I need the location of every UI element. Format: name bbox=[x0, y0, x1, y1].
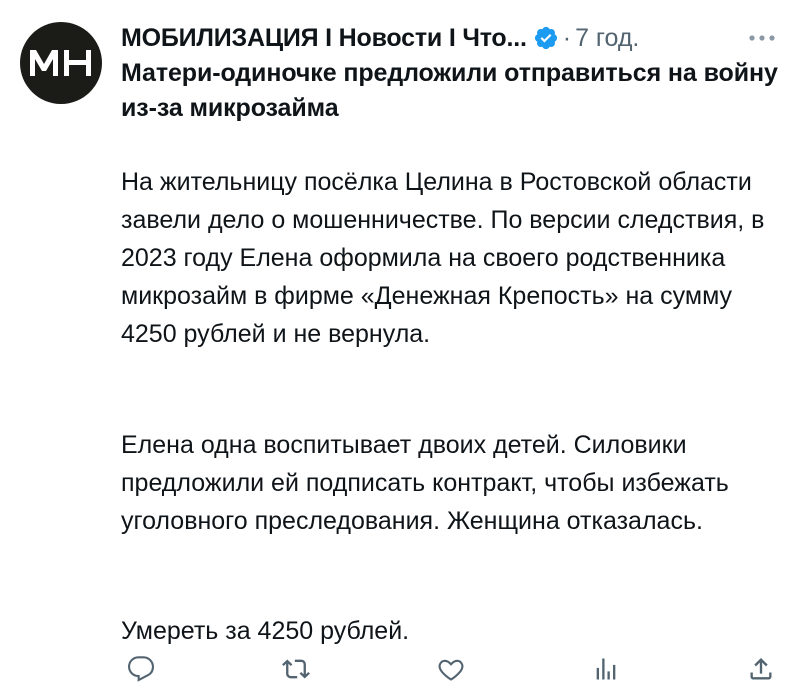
views-icon[interactable] bbox=[586, 655, 626, 685]
author-name[interactable]: МОБИЛИЗАЦИЯ I Новости I Что... bbox=[121, 24, 527, 53]
post-paragraph: На жительницу посёлка Целина в Ростовско… bbox=[121, 168, 765, 348]
mn-logo-icon bbox=[30, 48, 91, 78]
like-icon[interactable] bbox=[431, 655, 471, 685]
post-actions bbox=[121, 655, 781, 685]
tweet[interactable]: МОБИЛИЗАЦИЯ I Новости I Что... · 7 год. … bbox=[0, 0, 800, 682]
avatar[interactable] bbox=[20, 22, 102, 104]
post-separator: · bbox=[562, 23, 572, 52]
reply-icon[interactable] bbox=[121, 655, 161, 685]
verified-badge-icon bbox=[534, 26, 557, 50]
post-paragraph: Умереть за 4250 рублей. bbox=[121, 617, 410, 645]
repost-icon[interactable] bbox=[276, 655, 316, 685]
post-time[interactable]: 7 год. bbox=[575, 24, 639, 53]
more-options-icon[interactable] bbox=[744, 20, 780, 56]
post-paragraph: Елена одна воспитывает двоих детей. Сило… bbox=[121, 431, 729, 535]
tweet-header: МОБИЛИЗАЦИЯ I Новости I Что... · 7 год. bbox=[121, 20, 786, 56]
post-headline: Матери-одиночке предложили отправиться н… bbox=[121, 59, 778, 122]
share-icon[interactable] bbox=[741, 655, 781, 685]
